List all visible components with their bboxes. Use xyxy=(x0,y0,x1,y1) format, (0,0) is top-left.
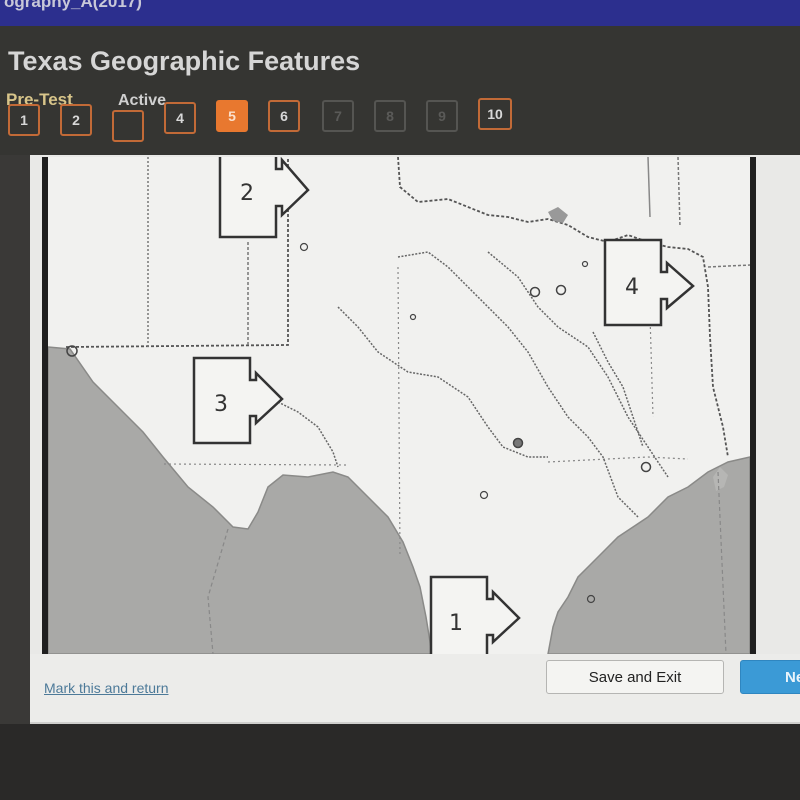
drag-piece-4[interactable]: 4 xyxy=(603,238,695,327)
question-number: 6 xyxy=(280,108,288,124)
question-number: 9 xyxy=(438,108,446,124)
question-footer: Mark this and return Save and Exit Next xyxy=(30,654,800,724)
piece-label: 3 xyxy=(214,392,228,417)
monitor-bezel xyxy=(0,724,800,800)
state-line xyxy=(647,157,651,218)
city-marker xyxy=(555,284,567,296)
region-line xyxy=(397,266,401,558)
question-number: 1 xyxy=(20,112,28,128)
piece-label: 2 xyxy=(240,181,254,206)
state-line xyxy=(677,157,681,228)
question-number: 2 xyxy=(72,112,80,128)
river xyxy=(337,306,548,458)
piece-label: 4 xyxy=(625,275,639,300)
drag-piece-2[interactable]: 2 xyxy=(218,157,310,239)
question-number: 4 xyxy=(176,110,184,126)
question-8-button: 8 xyxy=(374,100,406,132)
course-title: ography_A(2017) xyxy=(4,0,142,11)
texas-map: 2 3 4 1 xyxy=(48,157,750,654)
drag-piece-3[interactable]: 3 xyxy=(192,356,284,445)
question-1-button[interactable]: 1 xyxy=(8,104,40,136)
question-number: 10 xyxy=(487,106,503,122)
city-marker xyxy=(479,490,489,500)
status-label: Active xyxy=(118,92,167,109)
question-10-button[interactable]: 10 xyxy=(478,98,512,130)
city-marker xyxy=(409,313,417,321)
city-marker xyxy=(299,242,309,252)
question-number: 5 xyxy=(228,108,236,124)
mark-and-return-link[interactable]: Mark this and return xyxy=(44,680,169,696)
city-marker xyxy=(512,437,524,449)
region-line xyxy=(547,456,689,463)
city-marker xyxy=(640,461,652,473)
river xyxy=(397,251,639,518)
piece-label: 1 xyxy=(449,611,463,636)
drag-piece-1[interactable]: 1 xyxy=(429,575,521,654)
course-title-bar: ography_A(2017) xyxy=(0,0,800,26)
question-4-button[interactable]: 4 xyxy=(164,102,196,134)
question-number: 7 xyxy=(334,108,342,124)
question-7-button: 7 xyxy=(322,100,354,132)
question-2-button[interactable]: 2 xyxy=(60,104,92,136)
river xyxy=(592,331,644,448)
screen: ography_A(2017) Texas Geographic Feature… xyxy=(0,0,800,800)
question-5-button[interactable]: 5 xyxy=(216,100,248,132)
state-line xyxy=(707,264,750,268)
question-6-button[interactable]: 6 xyxy=(268,100,300,132)
question-9-button: 9 xyxy=(426,100,458,132)
river xyxy=(277,401,339,468)
next-button[interactable]: Next xyxy=(740,660,800,694)
save-and-exit-button[interactable]: Save and Exit xyxy=(546,660,724,694)
city-marker xyxy=(581,260,589,268)
region-line xyxy=(163,463,349,466)
question-3-button[interactable] xyxy=(112,110,144,142)
texas-map-area: 2 3 4 1 xyxy=(42,157,756,654)
page-title: Texas Geographic Features xyxy=(8,46,361,76)
question-number: 8 xyxy=(386,108,394,124)
frame-edge xyxy=(0,155,30,725)
city-marker xyxy=(529,286,541,298)
